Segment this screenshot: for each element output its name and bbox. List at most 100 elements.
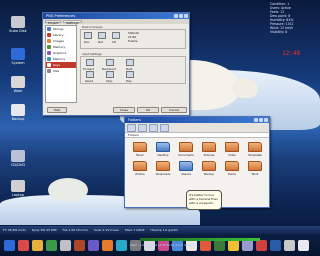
taskbar-item[interactable]: File 1 6X Chrome	[63, 226, 89, 234]
window-titlebar[interactable]: Folders	[125, 117, 269, 123]
taskbar-item[interactable]: HGamp 1.0 gantm	[150, 226, 178, 234]
backward-icon[interactable]	[106, 59, 114, 66]
folder-item[interactable]: Desktop	[152, 142, 174, 157]
folder-item[interactable]: Documents	[175, 142, 197, 157]
folder-item[interactable]: Photos	[129, 161, 151, 176]
dock-app-icon[interactable]	[242, 239, 253, 251]
folder-label: Templates	[248, 153, 262, 157]
network-icon[interactable]	[98, 32, 106, 39]
forward-icon[interactable]	[86, 59, 94, 66]
sidebar-item-label: Keys	[53, 63, 61, 67]
backup-icon	[11, 104, 25, 116]
dock-app-icon[interactable]	[228, 239, 239, 251]
sidebar-item-label: Graphics	[53, 51, 67, 55]
dock-app-icon[interactable]	[46, 239, 57, 251]
tab-project[interactable]: Project	[45, 20, 62, 25]
sidebar-item-label: Memory	[53, 45, 66, 49]
home-icon[interactable]	[160, 124, 169, 132]
reset-icon[interactable]	[86, 71, 94, 78]
folder-icon	[179, 161, 193, 171]
taskbar-item[interactable]: FV 36 6W kinfo	[3, 226, 26, 234]
dock-app-icon[interactable]	[88, 239, 99, 251]
folder-item[interactable]: Pictures	[198, 142, 220, 157]
dock-app-icon[interactable]	[32, 239, 43, 251]
ok-button[interactable]: OK	[137, 107, 159, 113]
dock-app-icon[interactable]	[60, 239, 71, 251]
dock-app-icon[interactable]	[116, 239, 127, 251]
folder-label: Video	[228, 153, 236, 157]
next-icon[interactable]	[126, 59, 134, 66]
dock-app-icon[interactable]	[284, 239, 295, 251]
play-icon[interactable]	[126, 71, 134, 78]
control-label: Reset	[85, 79, 93, 83]
cd-icon[interactable]	[112, 32, 120, 39]
location-bar[interactable]: Folders	[125, 133, 269, 138]
folder-item[interactable]: Public	[221, 161, 243, 176]
desktop-icon-cddvd[interactable]: CD/DVD	[4, 150, 32, 167]
maximize-icon[interactable]	[179, 14, 183, 18]
window-titlebar[interactable]: PNG Preferences	[43, 13, 189, 19]
control-label: Play	[126, 79, 132, 83]
dock-app-icon[interactable]	[4, 239, 15, 251]
folder-icon	[133, 161, 147, 171]
folder-item[interactable]: Music	[129, 142, 151, 157]
sidebar-item[interactable]: Size	[46, 68, 76, 74]
desktop-icon-label: Backup	[11, 117, 25, 121]
close-icon[interactable]	[264, 118, 268, 122]
category-icon	[47, 45, 51, 49]
folder-label: Backup	[204, 172, 214, 176]
taskbar-item[interactable]: Mem 7 GXCE	[125, 226, 144, 234]
dock-app-icon[interactable]	[298, 239, 309, 251]
dock-app-icon[interactable]	[200, 239, 211, 251]
forward-icon[interactable]	[138, 124, 147, 132]
desktop-icon-laptop[interactable]: Laptop	[4, 180, 32, 197]
folder-item[interactable]: Downloads	[152, 161, 174, 176]
up-icon[interactable]	[149, 124, 158, 132]
folder-item[interactable]: Templates	[244, 142, 266, 157]
dock-app-icon[interactable]	[214, 239, 225, 251]
folder-item[interactable]: Backup	[198, 161, 220, 176]
sidebar-item-label: Size	[53, 69, 60, 73]
folder-item[interactable]: Video	[221, 142, 243, 157]
folder-item[interactable]: Shared	[175, 161, 197, 176]
dock-app-icon[interactable]	[270, 239, 281, 251]
desktop-icon-system[interactable]: System	[4, 48, 32, 65]
desktop-icon-backup[interactable]: Backup	[4, 104, 32, 121]
help-button[interactable]: Help	[47, 107, 67, 113]
taskbar-item[interactable]: Kpnp 3W 45 RIM	[32, 226, 57, 234]
close-button[interactable]: Close	[113, 107, 135, 113]
taskbar-item[interactable]: Solar 4 XV linear	[94, 226, 119, 234]
folder-icon	[225, 142, 239, 152]
tab-settings[interactable]: Settings	[63, 20, 82, 25]
back-icon[interactable]	[127, 124, 136, 132]
stop-icon[interactable]	[106, 71, 114, 78]
dock-app-icon[interactable]	[256, 239, 267, 251]
folder-label: Pictures	[203, 153, 215, 157]
dock-app-icon[interactable]	[74, 239, 85, 251]
dock-app-icon[interactable]	[18, 239, 29, 251]
category-icon	[47, 63, 51, 67]
minimize-icon[interactable]	[254, 118, 258, 122]
preferences-window[interactable]: PNG Preferences Project Settings Strings…	[42, 12, 190, 116]
dock-app-icon[interactable]	[102, 239, 113, 251]
desktop-icon-work[interactable]: Work	[4, 76, 32, 93]
sidebar-item-label: Strings	[53, 27, 64, 31]
cancel-button[interactable]: Cancel	[161, 107, 187, 113]
device-label: Net	[98, 40, 103, 44]
polar-bear-swimming	[48, 178, 88, 202]
window-title: PNG Preferences	[46, 14, 76, 18]
close-icon[interactable]	[184, 14, 188, 18]
minimize-icon[interactable]	[174, 14, 178, 18]
device-label: Dev	[84, 40, 90, 44]
desktop-icon-disk[interactable]: Kubo Disk	[4, 16, 32, 33]
device-icon[interactable]	[84, 32, 92, 39]
folder-icon	[156, 161, 170, 171]
volume-bar[interactable]	[140, 238, 260, 241]
sidebar-item-label: Memory	[53, 57, 66, 61]
folder-item[interactable]: Work	[244, 161, 266, 176]
polar-bear-head	[232, 78, 258, 98]
tab-bar: Project Settings	[43, 19, 189, 25]
laptop-icon	[11, 180, 25, 192]
maximize-icon[interactable]	[259, 118, 263, 122]
folder-grid: Music Desktop Documents Pictures Video Templa…	[129, 142, 269, 176]
